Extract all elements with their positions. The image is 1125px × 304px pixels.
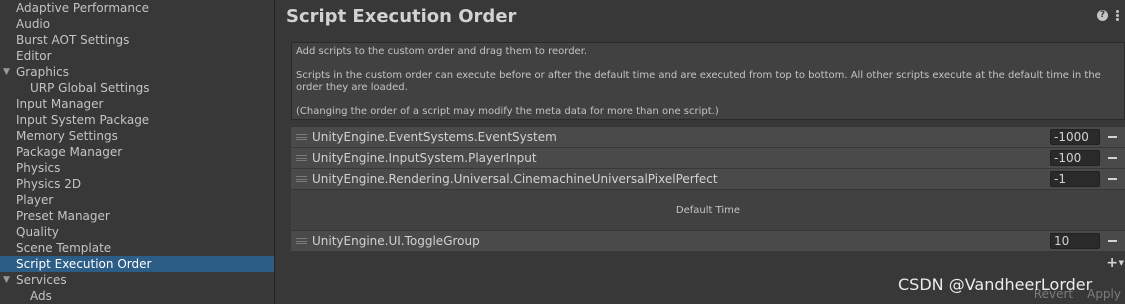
sidebar-item-label: Memory Settings bbox=[16, 129, 118, 143]
drag-handle-icon[interactable] bbox=[296, 176, 307, 182]
script-row[interactable]: UnityEngine.EventSystems.EventSystem -10… bbox=[291, 127, 1125, 148]
list-footer: + ▼ bbox=[291, 253, 1125, 273]
sidebar-item-urp-global-settings[interactable]: URP Global Settings bbox=[0, 80, 274, 96]
sidebar-item-input-system-package[interactable]: Input System Package bbox=[0, 112, 274, 128]
sidebar-item-label: Physics bbox=[16, 161, 61, 175]
sidebar-item-services[interactable]: ▼ Services bbox=[0, 272, 274, 288]
sidebar-item-label: Quality bbox=[16, 225, 59, 239]
project-settings-sidebar: Adaptive Performance Audio Burst AOT Setti… bbox=[0, 0, 275, 304]
drag-handle-icon[interactable] bbox=[296, 134, 307, 140]
sidebar-item-label: Graphics bbox=[16, 65, 69, 79]
info-box: Add scripts to the custom order and drag… bbox=[291, 42, 1125, 120]
page-title: Script Execution Order bbox=[286, 6, 517, 27]
sidebar-item-audio[interactable]: Audio bbox=[0, 16, 274, 32]
script-name: UnityEngine.EventSystems.EventSystem bbox=[312, 130, 557, 144]
sidebar-item-script-execution-order[interactable]: Script Execution Order bbox=[0, 256, 274, 272]
chevron-down-icon[interactable]: ▼ bbox=[1119, 259, 1124, 267]
sidebar-item-editor[interactable]: Editor bbox=[0, 48, 274, 64]
sidebar-item-memory-settings[interactable]: Memory Settings bbox=[0, 128, 274, 144]
info-text-1: Add scripts to the custom order and drag… bbox=[296, 46, 588, 57]
sidebar-item-label: Input System Package bbox=[16, 113, 150, 127]
sidebar-item-label: Package Manager bbox=[16, 145, 123, 159]
sidebar-item-label: URP Global Settings bbox=[30, 81, 150, 95]
order-input[interactable]: -1000 bbox=[1050, 129, 1100, 145]
script-name: UnityEngine.Rendering.Universal.Cinemach… bbox=[312, 172, 718, 186]
drag-handle-icon[interactable] bbox=[296, 238, 307, 244]
sidebar-item-player[interactable]: Player bbox=[0, 192, 274, 208]
remove-icon[interactable] bbox=[1108, 178, 1117, 180]
sidebar-item-label: Audio bbox=[16, 17, 51, 31]
help-icon[interactable]: ? bbox=[1097, 10, 1108, 21]
sidebar-item-label: Ads bbox=[30, 289, 52, 303]
kebab-menu-icon[interactable] bbox=[1116, 10, 1119, 21]
sidebar-item-scene-template[interactable]: Scene Template bbox=[0, 240, 274, 256]
info-text-3: (Changing the order of a script may modi… bbox=[296, 106, 719, 117]
add-script-button[interactable]: + bbox=[1106, 256, 1118, 270]
expand-arrow-icon[interactable]: ▼ bbox=[3, 64, 10, 80]
sidebar-item-graphics[interactable]: ▼ Graphics bbox=[0, 64, 274, 80]
sidebar-item-physics-2d[interactable]: Physics 2D bbox=[0, 176, 274, 192]
drag-handle-icon[interactable] bbox=[296, 155, 307, 161]
script-row[interactable]: UnityEngine.InputSystem.PlayerInput -100 bbox=[291, 148, 1125, 169]
execution-order-list: UnityEngine.EventSystems.EventSystem -10… bbox=[291, 127, 1125, 252]
sidebar-item-label: Preset Manager bbox=[16, 209, 110, 223]
order-input[interactable]: 10 bbox=[1050, 233, 1100, 249]
info-text-2: Scripts in the custom order can execute … bbox=[296, 70, 1101, 93]
sidebar-item-quality[interactable]: Quality bbox=[0, 224, 274, 240]
script-name: UnityEngine.UI.ToggleGroup bbox=[312, 234, 480, 248]
sidebar-item-input-manager[interactable]: Input Manager bbox=[0, 96, 274, 112]
sidebar-item-burst-aot-settings[interactable]: Burst AOT Settings bbox=[0, 32, 274, 48]
order-input[interactable]: -1 bbox=[1050, 171, 1100, 187]
sidebar-item-adaptive-performance[interactable]: Adaptive Performance bbox=[0, 0, 274, 16]
script-row[interactable]: UnityEngine.UI.ToggleGroup 10 bbox=[291, 231, 1125, 252]
expand-arrow-icon[interactable]: ▼ bbox=[3, 272, 10, 288]
sidebar-item-ads[interactable]: Ads bbox=[0, 288, 274, 304]
sidebar-item-label: Scene Template bbox=[16, 241, 112, 255]
remove-icon[interactable] bbox=[1108, 157, 1117, 159]
watermark: CSDN @VandheerLorder bbox=[898, 275, 1093, 294]
remove-icon[interactable] bbox=[1108, 136, 1117, 138]
sidebar-item-label: Burst AOT Settings bbox=[16, 33, 130, 47]
sidebar-item-physics[interactable]: Physics bbox=[0, 160, 274, 176]
sidebar-item-label: Physics 2D bbox=[16, 177, 82, 191]
sidebar-item-package-manager[interactable]: Package Manager bbox=[0, 144, 274, 160]
sidebar-item-label: Services bbox=[16, 273, 67, 287]
remove-icon[interactable] bbox=[1108, 240, 1117, 242]
script-row[interactable]: UnityEngine.Rendering.Universal.Cinemach… bbox=[291, 169, 1125, 190]
order-input[interactable]: -100 bbox=[1050, 150, 1100, 166]
script-name: UnityEngine.InputSystem.PlayerInput bbox=[312, 151, 537, 165]
sidebar-item-label: Input Manager bbox=[16, 97, 104, 111]
script-execution-order-panel: Script Execution Order ? Add scripts to … bbox=[276, 0, 1125, 304]
sidebar-item-label: Adaptive Performance bbox=[16, 1, 149, 15]
sidebar-item-label: Player bbox=[16, 193, 54, 207]
sidebar-item-label: Script Execution Order bbox=[16, 257, 152, 271]
panel-top-icons: ? bbox=[1097, 10, 1119, 21]
sidebar-item-preset-manager[interactable]: Preset Manager bbox=[0, 208, 274, 224]
default-time-divider: Default Time bbox=[291, 190, 1125, 231]
sidebar-item-label: Editor bbox=[16, 49, 52, 63]
